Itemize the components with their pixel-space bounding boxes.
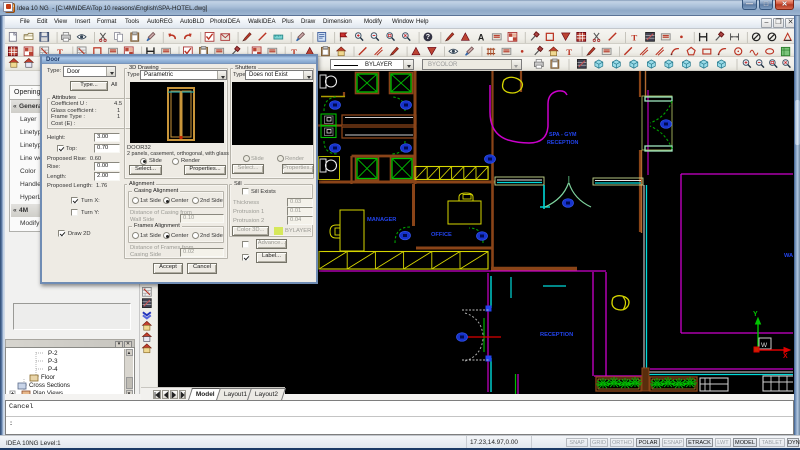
svg-text:MANAGER: MANAGER [367, 217, 396, 223]
svg-text:X: X [783, 353, 788, 360]
svg-text:RECEPTION: RECEPTION [547, 140, 579, 146]
svg-text:RECEPTION: RECEPTION [540, 332, 573, 338]
svg-text:WA: WA [784, 253, 793, 259]
svg-text:T: T [631, 32, 637, 42]
svg-text:?: ? [426, 34, 430, 41]
svg-text:W: W [761, 342, 768, 349]
svg-text:SPA - GYM: SPA - GYM [549, 132, 577, 138]
svg-text:OFFICE: OFFICE [431, 232, 452, 238]
svg-text:A: A [478, 32, 485, 42]
svg-text:Y: Y [753, 311, 758, 318]
svg-text:T: T [566, 47, 572, 57]
